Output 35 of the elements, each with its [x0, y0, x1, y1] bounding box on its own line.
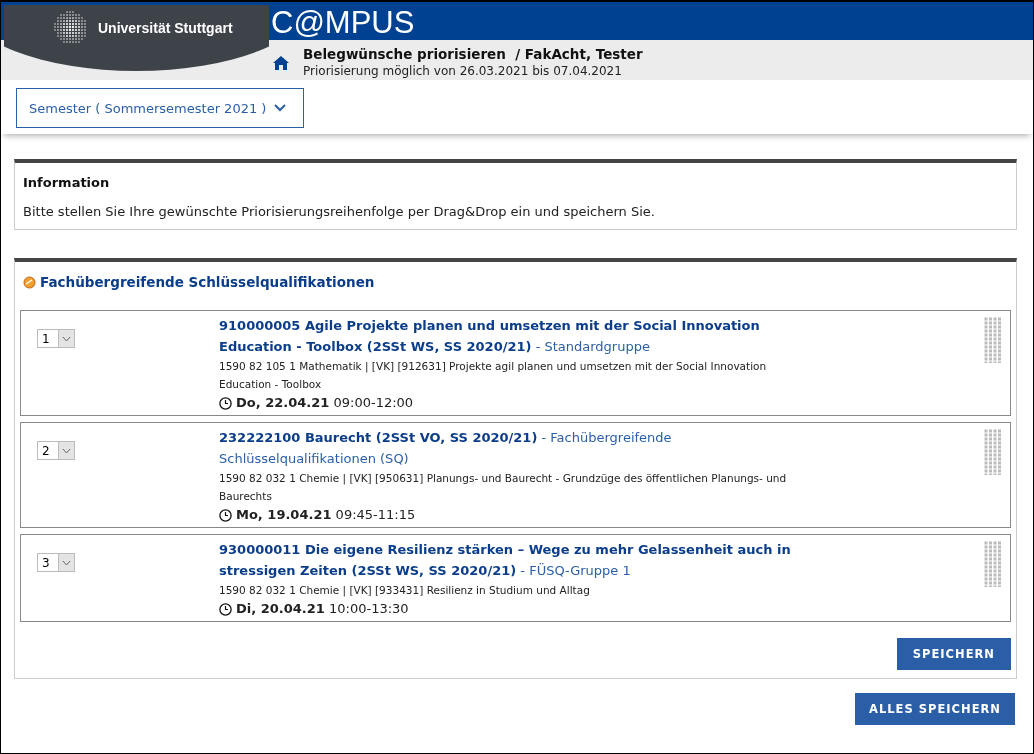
course-date: Di, 20.04.21 10:00-13:30	[236, 600, 409, 618]
app-title: C@MPUS	[271, 5, 415, 41]
drag-handle-icon[interactable]	[984, 541, 1002, 587]
course-details: 1590 82 032 1 Chemie | [VK] [950631] Planungs- und Baurecht - Grundzüge des öffentlichen Planungs- und Baurechts	[219, 471, 788, 504]
course-details: 1590 82 105 1 Mathematik | [VK] [912631] Projekte agil planen und umsetzen mit der Social Innovation Education - Toolbox	[219, 359, 768, 392]
drag-handle-icon[interactable]	[984, 429, 1002, 475]
info-text: Bitte stellen Sie Ihre gewünschte Priorisierungsreihenfolge per Drag&Drop ein und speichern Sie.	[23, 204, 656, 219]
caret-icon	[62, 335, 71, 342]
course-title-link[interactable]: 910000005 Agile Projekte planen und umsetzen mit der Social Innovation Education - Toolbox (2SSt WS, SS 2020/21) - Standardgruppe	[219, 315, 819, 357]
course-date: Mo, 19.04.21 09:45-11:15	[236, 506, 416, 524]
period-text: Priorisierung möglich von 26.03.2021 bis 07.04.2021	[303, 63, 623, 79]
logo-icon	[53, 10, 89, 46]
rank-select[interactable]: 3	[37, 553, 75, 572]
drag-handle-icon[interactable]	[984, 317, 1002, 363]
save-all-button[interactable]: ALLES SPEICHERN	[855, 693, 1015, 725]
chevron-down-icon	[274, 104, 287, 112]
rank-select[interactable]: 1	[37, 329, 75, 348]
course-title-link[interactable]: 930000011 Die eigene Resilienz stärken – Wege zu mehr Gelassenheit auch in stressigen Zeiten (2SSt WS, SS 2020/21) - FÜSQ-Gruppe 1	[219, 539, 819, 581]
semester-dropdown[interactable]: Semester ( Sommersemester 2021 )	[16, 88, 304, 128]
course-details: 1590 82 032 1 Chemie | [VK] [933431] Resilienz in Studium und Alltag	[219, 583, 591, 599]
course-title-link[interactable]: 232222100 Baurecht (2SSt VO, SS 2020/21) - Fachübergreifende Schlüsselqualifikationen (SQ)	[219, 427, 819, 469]
clock-icon	[219, 508, 232, 522]
caret-icon	[62, 447, 71, 454]
info-title: Information	[23, 175, 111, 190]
clock-icon	[219, 396, 232, 410]
course-date: Do, 22.04.21 09:00-12:00	[236, 394, 414, 412]
save-button[interactable]: SPEICHERN	[896, 638, 1011, 670]
home-icon[interactable]	[273, 55, 289, 70]
rank-select[interactable]: 2	[37, 441, 75, 460]
caret-icon	[62, 559, 71, 566]
page-title: Belegwünsche priorisieren / FakAcht, Tester	[303, 46, 643, 63]
clock-icon	[219, 602, 232, 616]
university-name: Universität Stuttgart	[98, 20, 233, 36]
section-title: Fachübergreifende Schlüsselqualifikationen	[40, 274, 375, 290]
section-icon	[23, 275, 36, 289]
